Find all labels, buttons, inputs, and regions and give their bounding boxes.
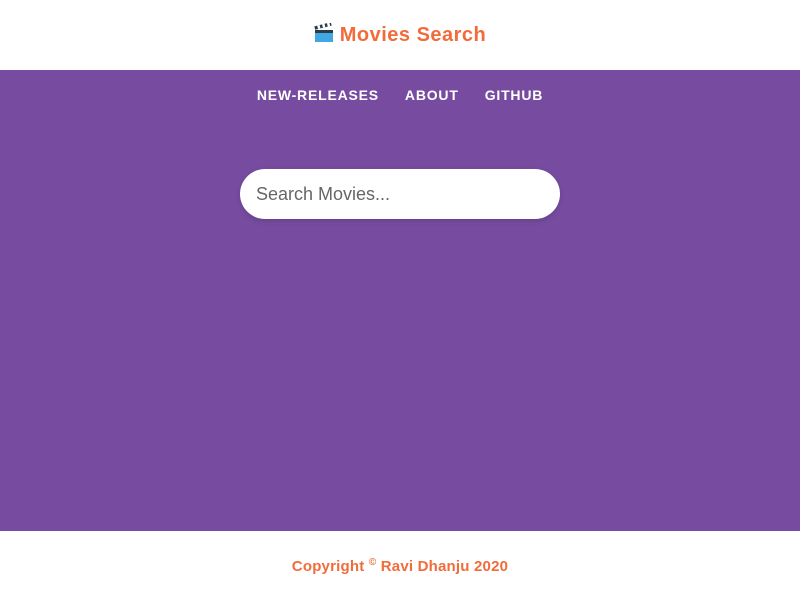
copyright-text: Copyright © Ravi Dhanju 2020 <box>292 557 508 575</box>
main-nav: new-releases about github <box>0 87 800 103</box>
brand-link[interactable]: Movies Search <box>314 22 487 46</box>
brand-title: Movies Search <box>339 24 487 46</box>
nav-link-new-releases[interactable]: new-releases <box>257 87 379 103</box>
clapper-board-icon <box>314 22 334 43</box>
copyright-symbol: © <box>368 556 377 568</box>
copyright-prefix: Copyright <box>291 557 365 575</box>
nav-link-about[interactable]: about <box>405 87 459 103</box>
nav-link-github[interactable]: github <box>485 87 543 103</box>
app-header: Movies Search <box>0 0 800 70</box>
search-input[interactable] <box>240 169 560 219</box>
main-content: new-releases about github <box>0 70 800 531</box>
copyright-author-year: Ravi Dhanju 2020 <box>380 557 509 575</box>
search-container <box>240 169 560 219</box>
app-footer: Copyright © Ravi Dhanju 2020 <box>0 531 800 600</box>
